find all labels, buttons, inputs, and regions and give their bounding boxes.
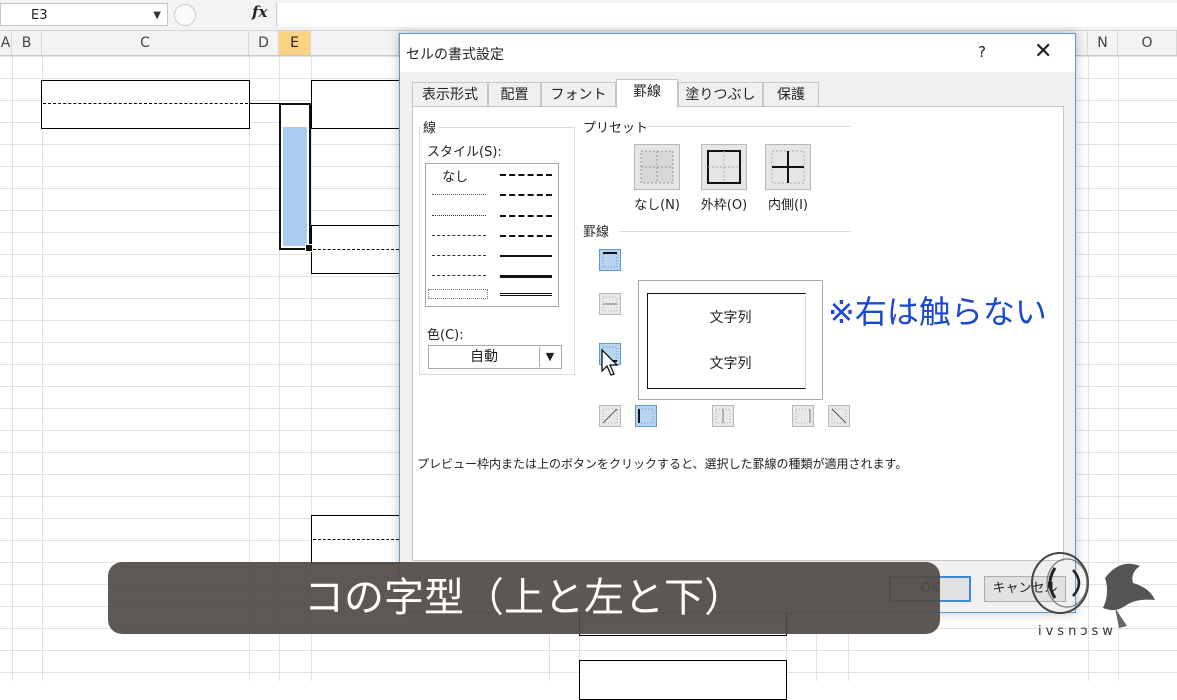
- line-style-medium-dash-dot[interactable]: [500, 215, 552, 217]
- formula-separator: [276, 3, 277, 27]
- help-button[interactable]: ?: [978, 43, 986, 61]
- line-style-thick[interactable]: [500, 275, 552, 278]
- border-left-button[interactable]: [635, 405, 657, 427]
- line-group-label: 線: [421, 117, 439, 136]
- grid-line: [12, 56, 13, 681]
- fill-handle[interactable]: [305, 244, 313, 252]
- function-icon[interactable]: fx: [252, 3, 267, 21]
- instruction-note: プレビュー枠内または上のボタンをクリックすると、選択した罫線の種類が適用されます…: [417, 457, 908, 471]
- color-label: 色(C):: [425, 324, 466, 343]
- grid-line: [42, 56, 43, 681]
- close-button[interactable]: ✕: [1034, 39, 1052, 65]
- preset-none-button[interactable]: [634, 144, 680, 190]
- tab-alignment[interactable]: 配置: [488, 82, 541, 106]
- border-top-button[interactable]: [599, 249, 621, 271]
- preset-none-icon: [640, 150, 674, 184]
- line-style-medium[interactable]: [500, 255, 552, 257]
- border-right-button[interactable]: [792, 405, 814, 427]
- border-tab-panel: 線 スタイル(S): なし 色(C): 自動 ▼ プリセット なし(N) 外枠(…: [412, 106, 1064, 561]
- cell-border-line: [250, 103, 279, 104]
- line-style-list[interactable]: なし: [425, 163, 559, 307]
- column-header-m[interactable]: [1076, 31, 1088, 55]
- preset-none-label: なし(N): [634, 198, 680, 213]
- dashed-border: [43, 103, 248, 104]
- formula-options-icon[interactable]: [174, 4, 196, 26]
- chevron-down-icon[interactable]: ▼: [153, 4, 161, 27]
- border-middle-horizontal-button[interactable]: [599, 293, 621, 315]
- line-style-dotted[interactable]: [432, 215, 486, 216]
- line-style-slant-dash-dot[interactable]: [500, 194, 552, 196]
- name-box[interactable]: E3 ▼: [0, 3, 168, 26]
- selection-fill: [283, 127, 307, 246]
- border-middle-horizontal-icon: [602, 296, 618, 312]
- video-caption: コの字型（上と左と下）: [108, 562, 940, 634]
- bordered-cell-c[interactable]: [41, 80, 250, 129]
- tab-number[interactable]: 表示形式: [412, 82, 488, 106]
- tab-font[interactable]: フォント: [541, 82, 616, 106]
- color-value: 自動: [470, 349, 498, 365]
- chevron-down-icon[interactable]: ▼: [539, 347, 560, 367]
- border-diagonal-down-button[interactable]: [828, 405, 850, 427]
- line-style-medium-dashed[interactable]: [500, 235, 552, 237]
- watermark-text: ivsnɔsw: [1038, 624, 1117, 639]
- color-select[interactable]: 自動 ▼: [428, 345, 562, 369]
- formula-bar: E3 ▼ fx: [0, 0, 1177, 31]
- name-box-value: E3: [31, 8, 48, 23]
- column-header-e[interactable]: E: [279, 31, 311, 55]
- line-style-thin-selected[interactable]: [428, 289, 488, 299]
- annotation-text: ※右は触らない: [828, 293, 1047, 331]
- tab-protection[interactable]: 保護: [763, 82, 819, 106]
- border-preview[interactable]: 文字列 文字列: [638, 280, 823, 400]
- mouse-cursor-icon: [601, 349, 619, 376]
- border-divider: [619, 231, 851, 232]
- preset-divider: [645, 126, 851, 127]
- border-diagonal-up-button[interactable]: [599, 405, 621, 427]
- column-header-n[interactable]: N: [1088, 31, 1118, 55]
- column-header-b[interactable]: B: [12, 31, 42, 55]
- line-style-dash-dot-dot[interactable]: [432, 235, 486, 236]
- line-style-medium-dash-dot-dot[interactable]: [500, 174, 552, 176]
- line-style-double[interactable]: [500, 293, 552, 296]
- border-middle-vertical-icon: [715, 408, 731, 424]
- border-label: 罫線: [581, 221, 612, 240]
- preset-inside-label: 内側(I): [768, 198, 808, 213]
- line-style-hair[interactable]: [432, 194, 486, 195]
- border-left-icon: [638, 408, 654, 424]
- diagonal-down-icon: [831, 408, 847, 424]
- border-top-icon: [602, 252, 618, 268]
- preset-label: プリセット: [581, 117, 651, 136]
- dialog-titlebar[interactable]: セルの書式設定 ? ✕: [400, 34, 1075, 72]
- dashed-border: [313, 539, 399, 540]
- column-header-o[interactable]: O: [1118, 31, 1177, 55]
- selected-range[interactable]: [279, 103, 313, 252]
- preset-outline-button[interactable]: [701, 144, 747, 190]
- dialog-title: セルの書式設定: [406, 47, 504, 63]
- tab-border[interactable]: 罫線: [616, 79, 678, 108]
- formula-input[interactable]: [278, 3, 1177, 27]
- preview-text-top: 文字列: [709, 310, 752, 326]
- column-header-d[interactable]: D: [249, 31, 279, 55]
- column-header-a[interactable]: A: [0, 31, 12, 55]
- style-none-label[interactable]: なし: [442, 166, 468, 185]
- preset-outline-label: 外枠(O): [700, 198, 748, 213]
- column-header-c[interactable]: C: [42, 31, 249, 55]
- border-right-icon: [795, 408, 811, 424]
- column-header-f[interactable]: [311, 31, 399, 55]
- border-middle-vertical-button[interactable]: [712, 405, 734, 427]
- line-style-dash-dot[interactable]: [432, 255, 486, 256]
- line-style-dashed[interactable]: [432, 275, 486, 276]
- preset-outline-icon: [707, 150, 741, 184]
- preset-inside-button[interactable]: [765, 144, 811, 190]
- bordered-cell-bottom-2[interactable]: [579, 660, 787, 700]
- diagonal-up-icon: [602, 408, 618, 424]
- tab-fill[interactable]: 塗りつぶし: [678, 82, 763, 106]
- style-label: スタイル(S):: [425, 141, 504, 160]
- preset-inside-icon: [771, 150, 805, 184]
- dashed-border: [313, 249, 399, 250]
- preview-text-bottom: 文字列: [709, 356, 752, 372]
- bordered-cell-f1[interactable]: [311, 80, 401, 129]
